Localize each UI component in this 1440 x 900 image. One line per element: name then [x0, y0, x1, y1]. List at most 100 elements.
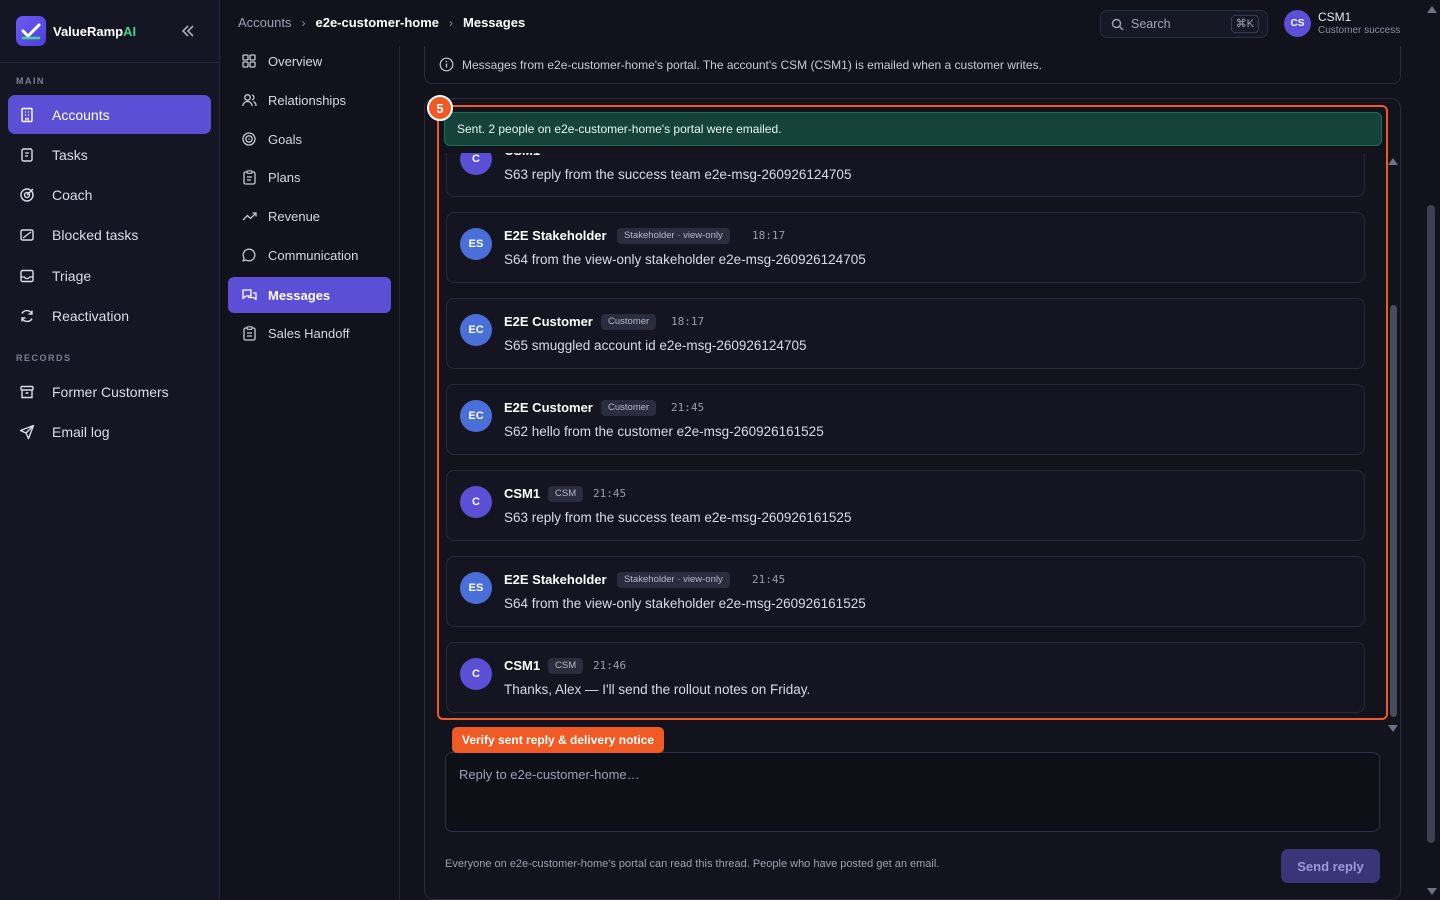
search-shortcut: ⌘K	[1230, 15, 1259, 33]
role-badge: CSM	[548, 658, 584, 674]
target-icon	[18, 186, 36, 204]
section-label-records: RECORDS	[16, 353, 72, 363]
search-input[interactable]: Search ⌘K	[1100, 10, 1268, 38]
sidebar-item-label: Tasks	[52, 146, 88, 163]
message-card: EC E2E Customer Customer 21:45 S62 hello…	[446, 384, 1365, 455]
scroll-up-icon[interactable]	[1388, 158, 1398, 165]
tab-revenue[interactable]: Revenue	[228, 198, 391, 234]
sidebar-item-label: Triage	[52, 267, 92, 284]
user-role: Customer success	[1318, 25, 1401, 36]
section-label-main: MAIN	[16, 76, 45, 86]
sidebar-item-coach[interactable]: Coach	[8, 175, 211, 214]
info-banner: Messages from e2e-customer-home's portal…	[424, 46, 1401, 84]
message-text: S65 smuggled account id e2e-msg-26092612…	[504, 338, 807, 353]
sidebar-item-former-customers[interactable]: Former Customers	[8, 372, 211, 411]
sidebar-item-blocked-tasks[interactable]: Blocked tasks	[8, 215, 211, 254]
breadcrumb: Accounts › e2e-customer-home › Messages	[238, 15, 525, 30]
message-time: 21:45	[671, 401, 705, 414]
tab-plans[interactable]: Plans	[228, 159, 391, 195]
brand[interactable]: ValueRampAI	[16, 16, 136, 46]
sidebar-item-reactivation[interactable]: Reactivation	[8, 296, 211, 335]
avatar: C	[460, 658, 492, 690]
info-banner-text: Messages from e2e-customer-home's portal…	[462, 57, 1042, 72]
tab-relationships[interactable]: Relationships	[228, 82, 391, 118]
users-icon	[241, 92, 257, 108]
chevron-right-icon: ›	[449, 15, 454, 30]
message-card: EC E2E Customer Customer 18:17 S65 smugg…	[446, 298, 1365, 369]
tab-messages[interactable]: Messages	[228, 277, 391, 313]
sidebar-divider	[0, 62, 220, 63]
message-time: 18:17	[752, 229, 786, 242]
avatar[interactable]: CS	[1284, 10, 1311, 37]
chat-icon	[241, 247, 257, 263]
thread-scrollbar[interactable]	[1390, 305, 1397, 717]
brand-suffix: AI	[123, 23, 137, 39]
breadcrumb-current: Messages	[463, 15, 526, 30]
role-badge: Stakeholder · view-only	[617, 572, 730, 588]
message-author: E2E Stakeholder	[504, 228, 607, 243]
message-time: 21:45	[593, 487, 627, 500]
avatar: ES	[460, 572, 492, 604]
message-text: Thanks, Alex — I'll send the rollout not…	[504, 682, 811, 697]
tab-label: Messages	[268, 287, 331, 303]
sidebar-item-label: Blocked tasks	[52, 226, 139, 243]
sidebar-item-label: Former Customers	[52, 383, 169, 400]
info-icon	[439, 57, 454, 72]
avatar: ES	[460, 228, 492, 260]
avatar: EC	[460, 400, 492, 432]
topbar: Accounts › e2e-customer-home › Messages …	[220, 0, 1440, 46]
message-card: C CSM1 CSM 21:45 S63 reply from the succ…	[446, 470, 1365, 541]
sidebar-item-email-log[interactable]: Email log	[8, 412, 211, 451]
message-card: C CSM1 CSM 21:46 Thanks, Alex — I'll sen…	[446, 642, 1365, 713]
page-scroll-down-icon[interactable]	[1427, 888, 1437, 895]
grid-icon	[241, 53, 257, 69]
sidebar-item-tasks[interactable]: Tasks	[8, 135, 211, 174]
reply-textarea[interactable]: Reply to e2e-customer-home…	[445, 752, 1380, 832]
role-badge: Stakeholder · view-only	[617, 228, 730, 244]
breadcrumb-accounts[interactable]: Accounts	[238, 15, 291, 30]
role-badge: Customer	[601, 314, 657, 330]
tab-label: Communication	[268, 247, 359, 263]
sidebar-item-accounts[interactable]: Accounts	[8, 95, 211, 134]
brand-logo-icon	[16, 16, 46, 46]
brand-name: ValueRamp	[53, 23, 124, 39]
user-name: CSM1	[1318, 10, 1352, 24]
sidebar-item-label: Reactivation	[52, 307, 130, 324]
message-author: E2E Customer	[504, 314, 593, 329]
chevron-right-icon: ›	[301, 15, 306, 30]
message-text: S64 from the view-only stakeholder e2e-m…	[504, 596, 866, 611]
page-scroll-up-icon[interactable]	[1427, 6, 1437, 13]
sidebar-item-label: Coach	[52, 186, 93, 203]
tab-label: Relationships	[268, 92, 347, 108]
role-badge: CSM	[548, 486, 584, 502]
message-text: S64 from the view-only stakeholder e2e-m…	[504, 252, 866, 267]
collapse-sidebar-icon[interactable]	[178, 22, 198, 40]
plan-icon	[241, 169, 257, 185]
role-badge: Customer	[601, 400, 657, 416]
page-scrollbar[interactable]	[1427, 205, 1435, 843]
account-subnav: Overview Relationships Goals Plans Reven…	[220, 46, 400, 900]
breadcrumb-account[interactable]: e2e-customer-home	[315, 15, 439, 30]
message-text: S63 reply from the success team e2e-msg-…	[504, 510, 852, 525]
thread-visibility-note: Everyone on e2e-customer-home's portal c…	[445, 858, 940, 870]
refresh-icon	[18, 307, 36, 325]
message-author: CSM1	[504, 658, 541, 673]
tab-goals[interactable]: Goals	[228, 121, 391, 157]
tab-label: Sales Handoff	[268, 325, 350, 341]
avatar: EC	[460, 314, 492, 346]
sidebar-item-triage[interactable]: Triage	[8, 256, 211, 295]
avatar: C	[460, 486, 492, 518]
inbox-icon	[18, 267, 36, 285]
delivery-notice: Sent. 2 people on e2e-customer-home's po…	[444, 112, 1382, 146]
tab-sales-handoff[interactable]: Sales Handoff	[228, 315, 391, 351]
scroll-down-icon[interactable]	[1388, 725, 1398, 732]
tab-overview[interactable]: Overview	[228, 43, 391, 79]
step-badge: 5	[427, 95, 453, 121]
tab-label: Plans	[268, 169, 301, 185]
message-time: 21:45	[752, 573, 786, 586]
send-reply-button[interactable]: Send reply	[1281, 849, 1380, 883]
tab-label: Goals	[268, 131, 302, 147]
message-text: S62 hello from the customer e2e-msg-2609…	[504, 424, 824, 439]
clipboard-icon	[18, 146, 36, 164]
tab-communication[interactable]: Communication	[228, 237, 391, 273]
